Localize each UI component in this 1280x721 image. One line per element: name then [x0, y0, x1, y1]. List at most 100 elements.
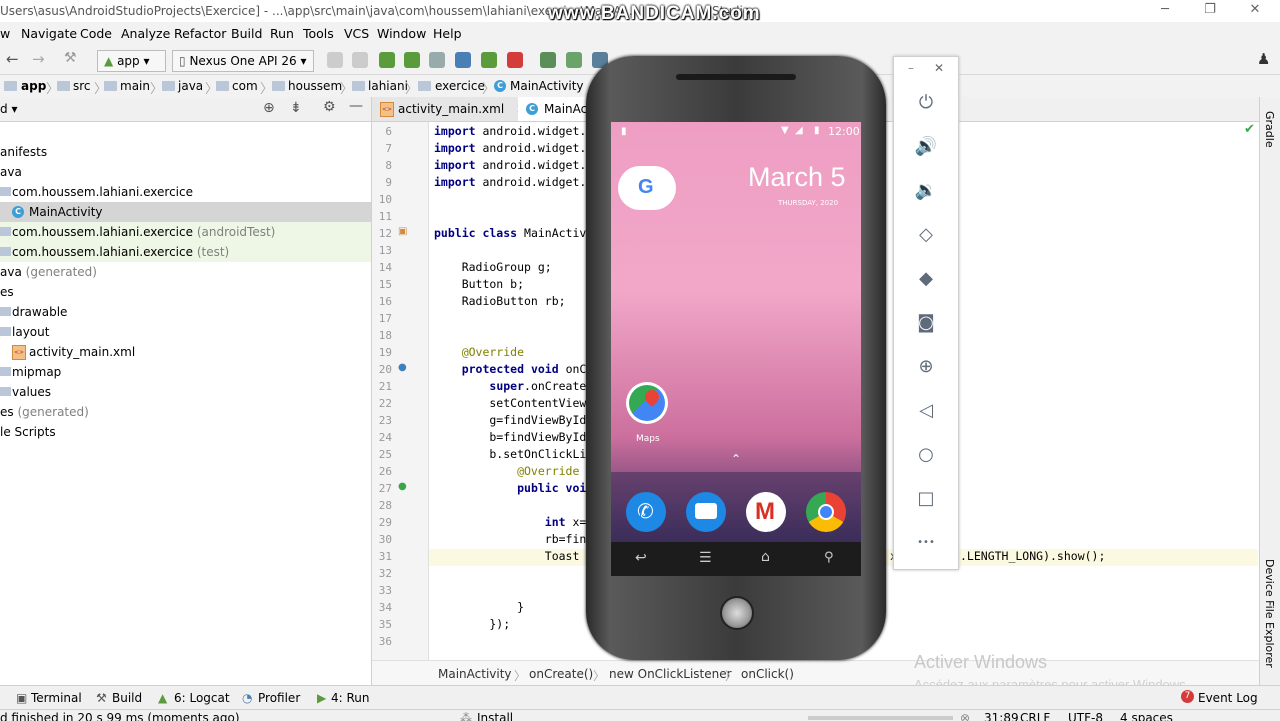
volume-up-icon[interactable]: 🔊: [914, 135, 938, 159]
google-search-widget[interactable]: G: [618, 166, 676, 210]
project-view-selector[interactable]: d ▾: [0, 102, 17, 116]
maximize-button[interactable]: ❐: [1195, 2, 1225, 20]
volume-down-icon[interactable]: 🔉: [914, 179, 938, 203]
refresh-icon[interactable]: [327, 52, 343, 68]
gradle-tool-tab[interactable]: Gradle: [1263, 111, 1276, 148]
tree-item[interactable]: layout: [0, 322, 371, 342]
hide-panel-icon[interactable]: —: [349, 98, 363, 114]
device-file-explorer-tab[interactable]: Device File Explorer: [1263, 559, 1276, 668]
crumb-mainactivity[interactable]: MainActivity: [510, 79, 584, 93]
code-line[interactable]: @Override: [434, 345, 524, 359]
user-icon[interactable]: ♟: [1257, 50, 1270, 68]
menu-analyze[interactable]: Analyze: [121, 26, 170, 41]
code-line[interactable]: b.setOnClickLi: [434, 447, 586, 461]
tab-activity-main-xml[interactable]: <> activity_main.xml ✕: [372, 97, 530, 121]
back-icon[interactable]: ◁: [914, 399, 938, 423]
power-icon[interactable]: ⏻: [914, 91, 938, 115]
sync-gradle-icon[interactable]: [540, 52, 556, 68]
menu-navigate[interactable]: Navigate: [21, 26, 77, 41]
code-line[interactable]: RadioButton rb;: [434, 294, 566, 308]
code-line[interactable]: Button b;: [434, 277, 524, 291]
tree-item[interactable]: es (generated): [0, 402, 371, 422]
nav-search-icon[interactable]: ⚲: [824, 550, 834, 565]
crumb-com[interactable]: com: [232, 79, 258, 93]
code-line[interactable]: public class MainActiv: [434, 226, 586, 240]
overview-icon[interactable]: □: [914, 487, 938, 511]
tree-item[interactable]: com.houssem.lahiani.exercice (androidTes…: [0, 222, 371, 242]
tree-item[interactable]: <> activity_main.xml: [0, 342, 371, 362]
nav-menu-icon[interactable]: ☰: [699, 550, 712, 566]
code-line[interactable]: import android.widget.: [434, 141, 586, 155]
close-emulator-icon[interactable]: ✕: [934, 61, 944, 75]
code-line[interactable]: import android.widget.: [434, 158, 586, 172]
forward-arrow-icon[interactable]: →: [32, 50, 45, 68]
tree-item[interactable]: anifests: [0, 142, 371, 162]
code-line[interactable]: Toast: [434, 549, 580, 563]
tree-item[interactable]: values: [0, 382, 371, 402]
code-line[interactable]: import android.widget.: [434, 124, 586, 138]
crumb-exercice[interactable]: exercice: [435, 79, 485, 93]
menu-window[interactable]: Window: [377, 26, 426, 41]
camera-icon[interactable]: ◙: [914, 311, 938, 335]
profiler-tab[interactable]: Profiler: [258, 691, 300, 705]
crumb-java[interactable]: java: [178, 79, 203, 93]
code-line[interactable]: });: [434, 617, 510, 631]
phone-app-icon[interactable]: ✆: [626, 492, 666, 532]
implement-marker-icon[interactable]: ●: [398, 481, 407, 492]
code-line[interactable]: protected void onC: [434, 362, 587, 376]
stop-icon[interactable]: [507, 52, 523, 68]
more-icon[interactable]: •••: [914, 531, 938, 555]
tree-item[interactable]: com.houssem.lahiani.exercice (test): [0, 242, 371, 262]
back-arrow-icon[interactable]: ←: [6, 50, 19, 68]
tree-item[interactable]: ava: [0, 162, 371, 182]
emulator-screen[interactable]: ▮ ▼ ◢ ▮ 12:00 G March 5 THURSDAY, 2020 M…: [611, 122, 861, 542]
debug-icon[interactable]: [404, 52, 420, 68]
crumb-main[interactable]: main: [120, 79, 150, 93]
menu-run[interactable]: Run: [270, 26, 294, 41]
profile-icon[interactable]: [455, 52, 471, 68]
hardware-home-button[interactable]: [720, 596, 754, 630]
zoom-icon[interactable]: ⊕: [914, 355, 938, 379]
maps-app-icon[interactable]: [626, 382, 668, 424]
menu-window-partial[interactable]: w: [0, 26, 10, 41]
chrome-app-icon[interactable]: [806, 492, 846, 532]
device-selector[interactable]: ▯ Nexus One API 26 ▾: [172, 50, 314, 72]
crumb-anonymous-class[interactable]: new OnClickListener: [609, 667, 732, 681]
gear-icon[interactable]: ⚙: [323, 99, 336, 115]
crumb-onclick[interactable]: onClick(): [741, 667, 794, 681]
menu-vcs[interactable]: VCS: [344, 26, 369, 41]
gmail-app-icon[interactable]: M: [746, 492, 786, 532]
build-tab[interactable]: Build: [112, 691, 142, 705]
minimize-emulator-icon[interactable]: –: [908, 61, 914, 75]
attach-debugger-icon[interactable]: [481, 52, 497, 68]
apply-changes-icon[interactable]: [352, 52, 368, 68]
tree-item[interactable]: le Scripts: [0, 422, 371, 442]
home-icon[interactable]: ○: [914, 443, 938, 467]
tree-item[interactable]: ava (generated): [0, 262, 371, 282]
menu-refactor[interactable]: Refactor: [174, 26, 226, 41]
crumb-houssem[interactable]: houssem: [288, 79, 342, 93]
avd-manager-icon[interactable]: [566, 52, 582, 68]
class-marker-icon[interactable]: ▣: [398, 226, 407, 237]
crumb-app[interactable]: app: [21, 79, 46, 93]
rotate-left-icon[interactable]: ◇: [914, 223, 938, 247]
close-button[interactable]: ✕: [1240, 2, 1270, 20]
messages-app-icon[interactable]: [686, 492, 726, 532]
nav-home-icon[interactable]: ⌂: [761, 549, 770, 565]
tree-item[interactable]: es: [0, 282, 371, 302]
tree-item[interactable]: drawable: [0, 302, 371, 322]
module-selector[interactable]: ▲ app ▾: [97, 50, 166, 72]
run-tab[interactable]: 4: Run: [331, 691, 370, 705]
menu-tools[interactable]: Tools: [303, 26, 334, 41]
code-line[interactable]: public voi: [434, 481, 586, 495]
crumb-class[interactable]: MainActivity: [438, 667, 512, 681]
override-marker-icon[interactable]: ●: [398, 362, 407, 373]
logcat-tab[interactable]: 6: Logcat: [174, 691, 230, 705]
menu-code[interactable]: Code: [80, 26, 112, 41]
collapse-icon[interactable]: ⇟: [290, 100, 302, 116]
rotate-right-icon[interactable]: ◆: [914, 267, 938, 291]
code-line-end[interactable]: .LENGTH_LONG).show();: [960, 549, 1105, 563]
code-line[interactable]: b=findViewById: [434, 430, 586, 444]
tree-item[interactable]: mipmap: [0, 362, 371, 382]
hammer-icon[interactable]: ⚒: [64, 50, 77, 66]
